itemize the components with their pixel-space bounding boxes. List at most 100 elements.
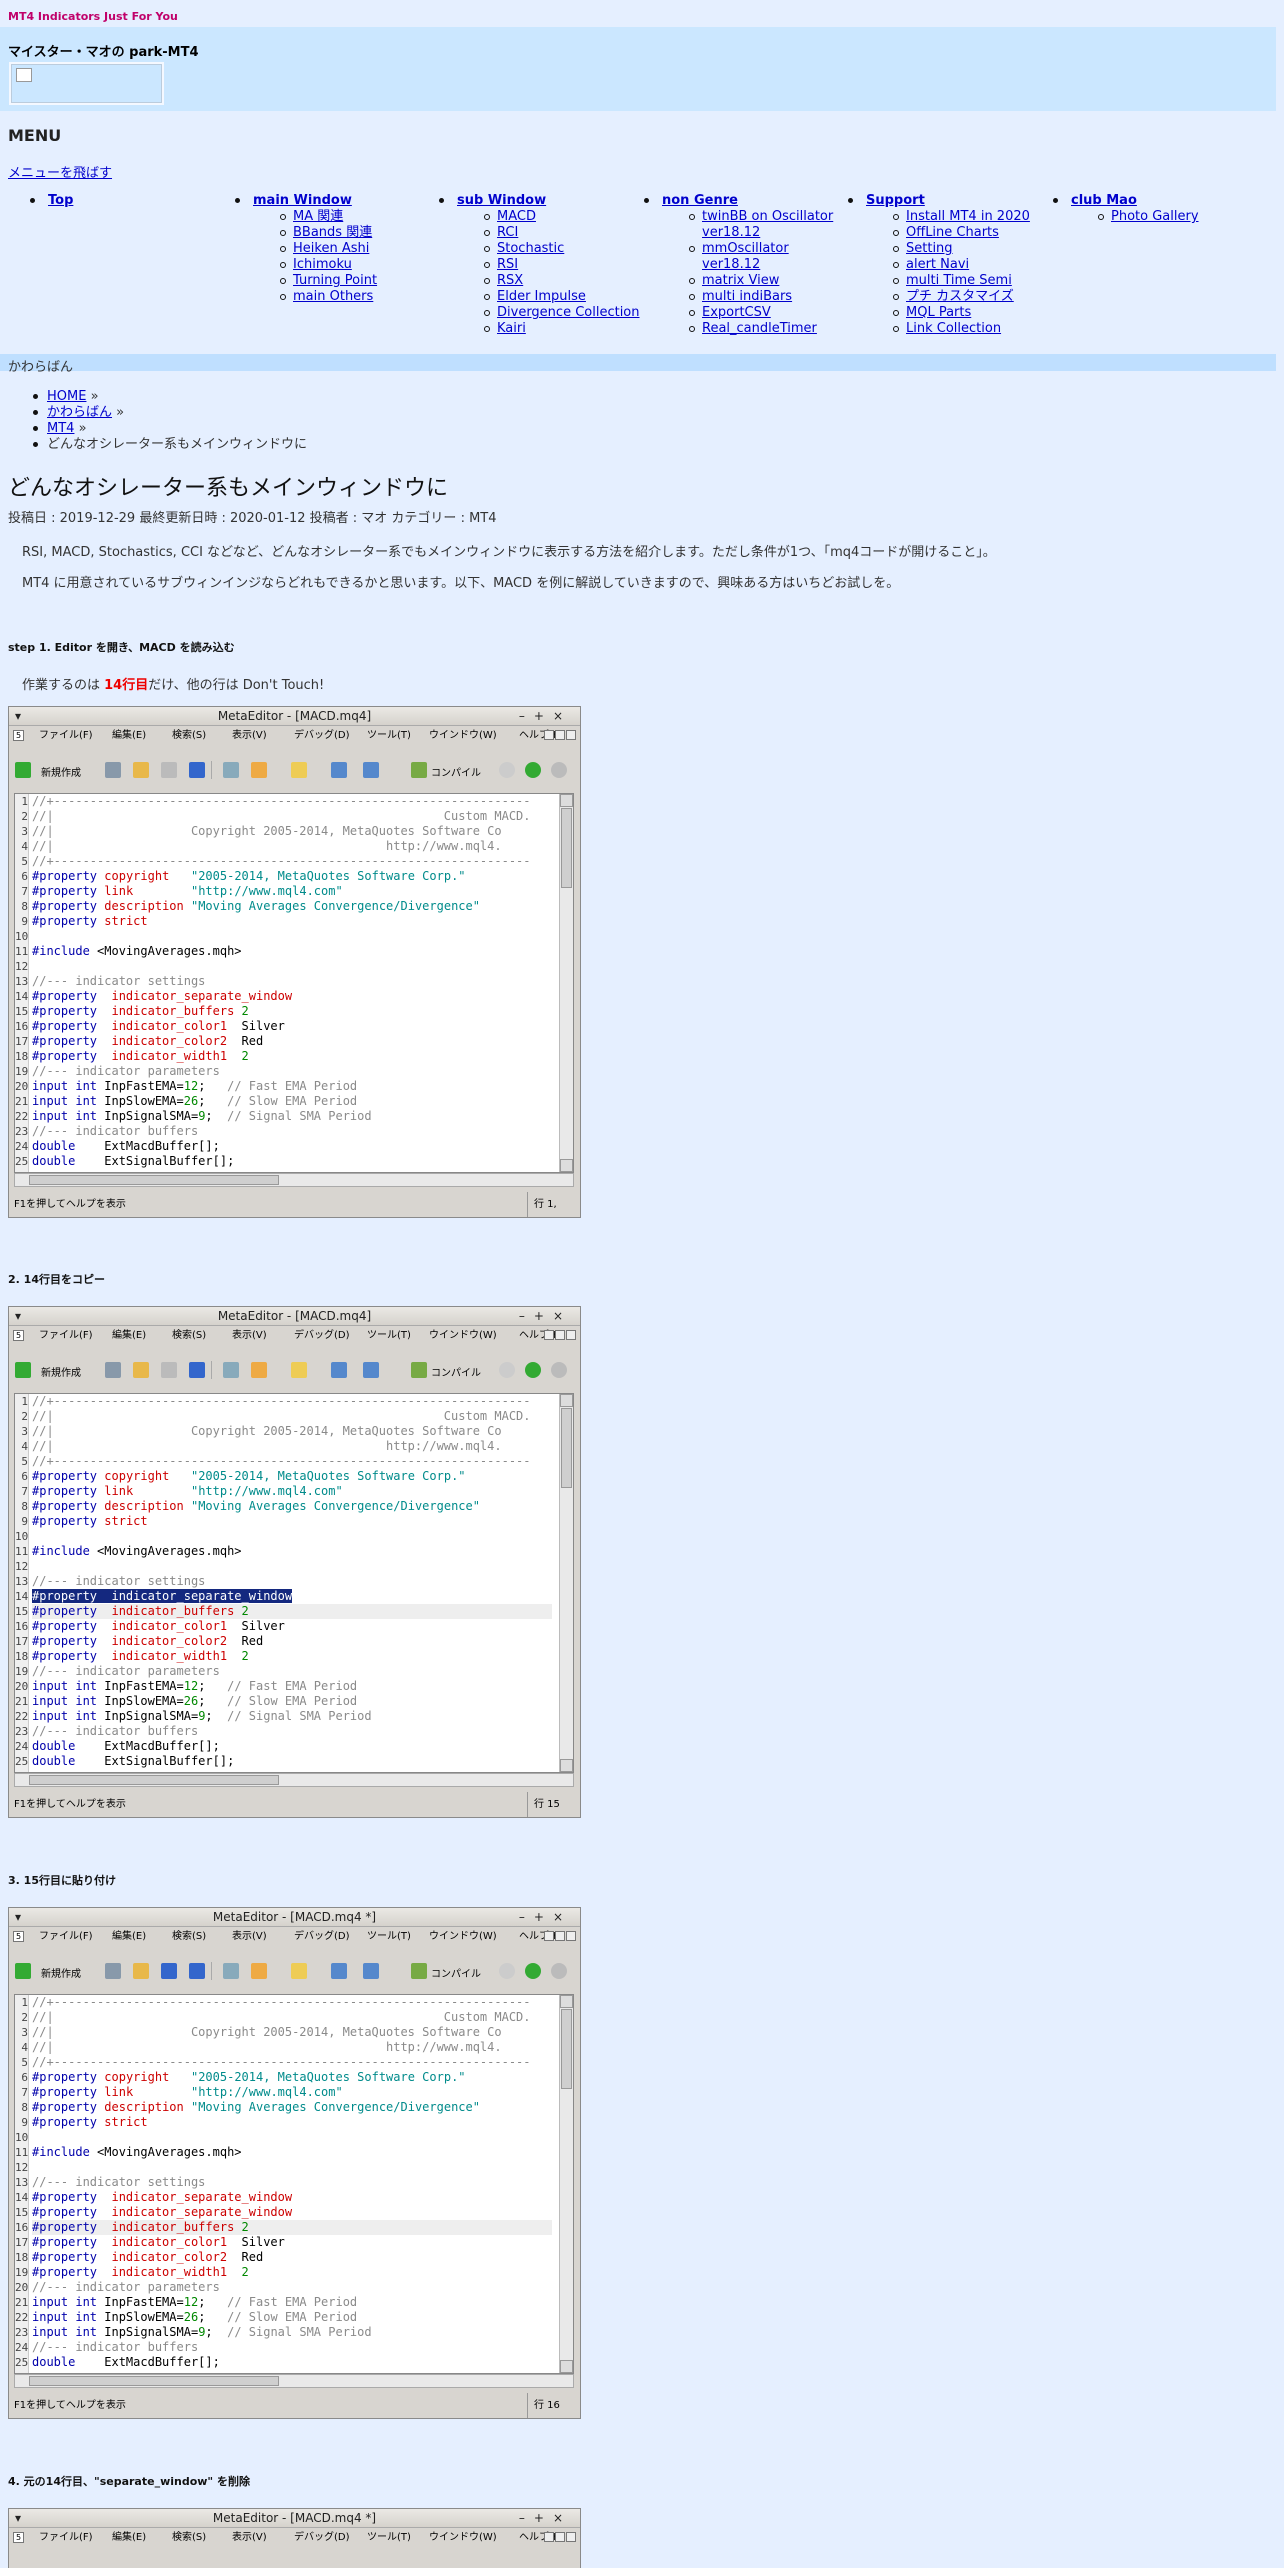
layout-icon[interactable] (223, 1963, 239, 1979)
navigator-icon[interactable] (105, 1362, 121, 1378)
bookmark-icon[interactable] (291, 762, 307, 778)
window-titlebar[interactable]: ▾ MetaEditor - [MACD.mq4 *] –+× (9, 1908, 580, 1927)
menu-debug[interactable]: デバッグ(D) (294, 2528, 350, 2547)
editor-window-2[interactable]: ▾ MetaEditor - [MACD.mq4] –+× 5 ファイル(F) 編集… (8, 1306, 581, 1818)
save-icon[interactable] (161, 762, 177, 778)
new-button[interactable]: 新規作成 (41, 1364, 81, 1379)
submenu-link[interactable]: Elder Impulse (497, 289, 586, 304)
open-folder-icon[interactable] (133, 1963, 149, 1979)
bookmark-icon[interactable] (291, 1963, 307, 1979)
run-icon[interactable] (525, 1963, 541, 1979)
submenu-link[interactable]: Link Collection (906, 321, 1001, 336)
navigator-icon[interactable] (105, 1963, 121, 1979)
menu-tools[interactable]: ツール(T) (367, 1927, 411, 1946)
run-icon[interactable] (525, 1362, 541, 1378)
vertical-scrollbar[interactable] (559, 1394, 573, 1772)
submenu-link[interactable]: ExportCSV (702, 305, 771, 320)
variable-icon[interactable] (331, 1362, 347, 1378)
submenu-link[interactable]: MQL Parts (906, 305, 971, 320)
compile-icon[interactable] (411, 762, 427, 778)
menu-edit[interactable]: 編集(E) (112, 1927, 146, 1946)
submenu-link[interactable]: Install MT4 in 2020 (906, 209, 1030, 224)
submenu-link[interactable]: Turning Point (293, 273, 377, 288)
window-menu-icon[interactable]: ▾ (15, 1307, 21, 1325)
code-editor[interactable]: 1 2 3 4 5 6 7 8 9 10 11 12 13 14 15 16 17 18 19 20 21 22 23 24 2… (14, 793, 574, 1173)
document-icon[interactable]: 5 (13, 2532, 24, 2543)
function-icon[interactable] (363, 762, 379, 778)
menu-view[interactable]: 表示(V) (232, 726, 267, 745)
submenu-link[interactable]: Setting (906, 241, 953, 256)
menu-view[interactable]: 表示(V) (232, 2528, 267, 2547)
submenu-link[interactable]: twinBB on Oscillator ver18.12 (702, 209, 833, 240)
save-all-icon[interactable] (189, 1362, 205, 1378)
submenu-link[interactable]: multi indiBars (702, 289, 792, 304)
stop-icon[interactable] (499, 1362, 515, 1378)
menu-window[interactable]: ウインドウ(W) (429, 726, 497, 745)
styler-icon[interactable] (251, 1362, 267, 1378)
horizontal-scrollbar[interactable] (14, 2374, 574, 2388)
menu-view[interactable]: 表示(V) (232, 1326, 267, 1345)
submenu-link[interactable]: Real_candleTimer (702, 321, 817, 336)
menu-file[interactable]: ファイル(F) (39, 1326, 93, 1345)
menu-item-sub-window[interactable]: sub Window (457, 193, 546, 208)
window-menu-icon[interactable]: ▾ (15, 2509, 21, 2527)
pause-icon[interactable] (551, 1963, 567, 1979)
menu-edit[interactable]: 編集(E) (112, 1326, 146, 1345)
mdi-controls[interactable] (544, 1330, 576, 1340)
new-file-icon[interactable] (15, 1362, 31, 1378)
styler-icon[interactable] (251, 1963, 267, 1979)
compile-button[interactable]: コンパイル (431, 764, 481, 779)
window-controls[interactable]: –+× (519, 2509, 572, 2527)
menu-debug[interactable]: デバッグ(D) (294, 726, 350, 745)
menu-tools[interactable]: ツール(T) (367, 1326, 411, 1345)
window-menu-icon[interactable]: ▾ (15, 707, 21, 725)
menu-item-main-window[interactable]: main Window (253, 193, 352, 208)
document-icon[interactable]: 5 (13, 1931, 24, 1942)
menu-edit[interactable]: 編集(E) (112, 726, 146, 745)
submenu-link[interactable]: multi Time Semi (906, 273, 1012, 288)
open-folder-icon[interactable] (133, 762, 149, 778)
pause-icon[interactable] (551, 762, 567, 778)
window-controls[interactable]: –+× (519, 707, 572, 725)
menu-debug[interactable]: デバッグ(D) (294, 1927, 350, 1946)
submenu-link[interactable]: MA 関連 (293, 209, 343, 224)
submenu-link[interactable]: matrix View (702, 273, 779, 288)
styler-icon[interactable] (251, 762, 267, 778)
editor-window-3[interactable]: ▾ MetaEditor - [MACD.mq4 *] –+× 5 ファイル(F) … (8, 1907, 581, 2419)
layout-icon[interactable] (223, 1362, 239, 1378)
menu-window[interactable]: ウインドウ(W) (429, 1927, 497, 1946)
bookmark-icon[interactable] (291, 1362, 307, 1378)
mdi-controls[interactable] (544, 2532, 576, 2542)
new-button[interactable]: 新規作成 (41, 764, 81, 779)
submenu-link[interactable]: RSX (497, 273, 523, 288)
submenu-link[interactable]: Stochastic (497, 241, 564, 256)
horizontal-scrollbar[interactable] (14, 1173, 574, 1187)
menu-search[interactable]: 検索(S) (172, 1927, 206, 1946)
menu-item-support[interactable]: Support (866, 193, 925, 208)
mdi-controls[interactable] (544, 730, 576, 740)
submenu-link[interactable]: main Others (293, 289, 373, 304)
menu-item-club-mao[interactable]: club Mao (1071, 193, 1137, 208)
breadcrumb-link[interactable]: かわらばん (47, 405, 112, 420)
new-file-icon[interactable] (15, 762, 31, 778)
stop-icon[interactable] (499, 1963, 515, 1979)
breadcrumb-link[interactable]: HOME (47, 389, 86, 404)
window-titlebar[interactable]: ▾ MetaEditor - [MACD.mq4] –+× (9, 1307, 580, 1326)
run-icon[interactable] (525, 762, 541, 778)
menu-file[interactable]: ファイル(F) (39, 1927, 93, 1946)
breadcrumb-link[interactable]: MT4 (47, 421, 74, 436)
function-icon[interactable] (363, 1362, 379, 1378)
horizontal-scrollbar[interactable] (14, 1773, 574, 1787)
new-file-icon[interactable] (15, 1963, 31, 1979)
code-editor[interactable]: 1 2 3 4 5 6 7 8 9 10 11 12 13 14 15 16 17 18 19 20 21 22 23 24 2… (14, 1994, 574, 2374)
save-all-icon[interactable] (189, 1963, 205, 1979)
submenu-link[interactable]: Kairi (497, 321, 526, 336)
menu-search[interactable]: 検索(S) (172, 726, 206, 745)
menu-file[interactable]: ファイル(F) (39, 726, 93, 745)
window-controls[interactable]: –+× (519, 1307, 572, 1325)
menu-window[interactable]: ウインドウ(W) (429, 1326, 497, 1345)
menu-item-non-genre[interactable]: non Genre (662, 193, 738, 208)
function-icon[interactable] (363, 1963, 379, 1979)
layout-icon[interactable] (223, 762, 239, 778)
submenu-link[interactable]: mmOscillator ver18.12 (702, 241, 789, 272)
